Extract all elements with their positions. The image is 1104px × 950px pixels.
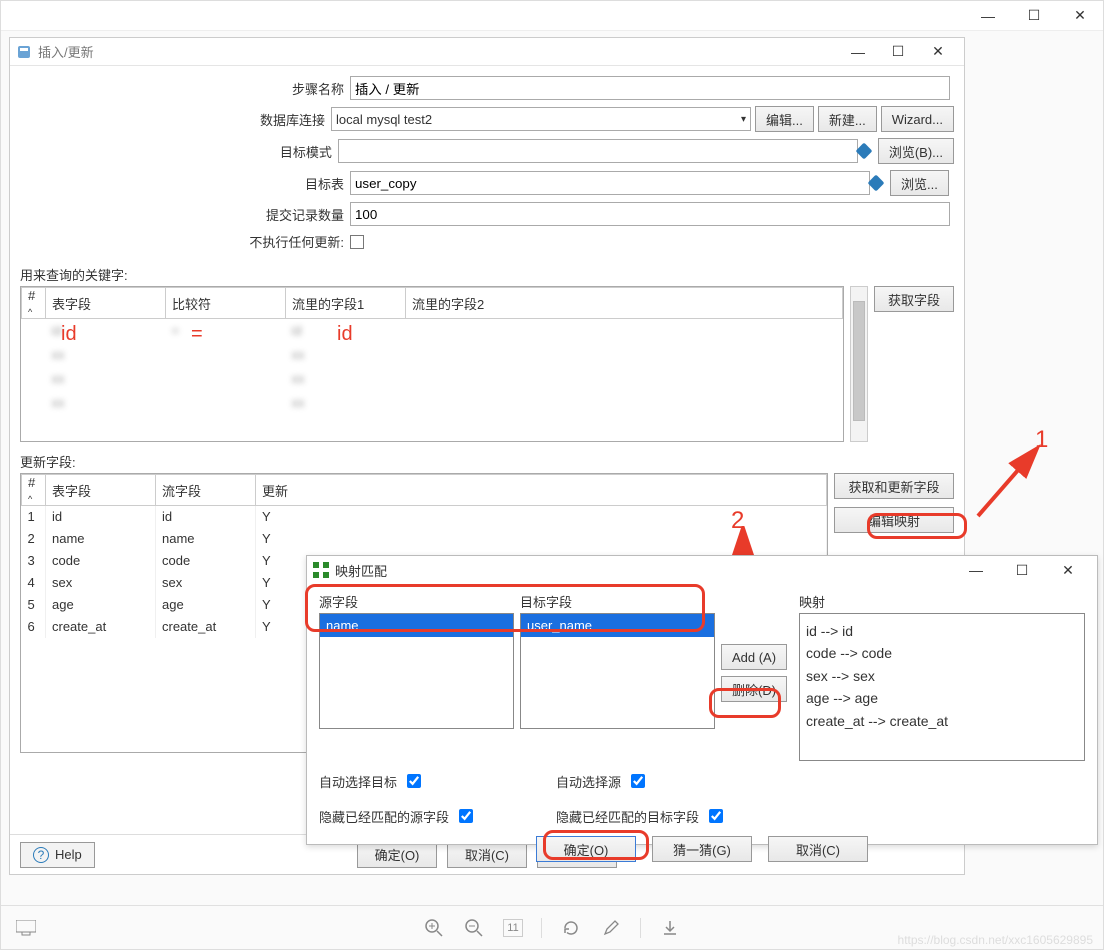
no-update-checkbox[interactable] xyxy=(350,235,364,249)
connection-value: local mysql test2 xyxy=(336,112,432,127)
edit-connection-button[interactable]: 编辑... xyxy=(755,106,814,132)
mapping-listbox[interactable]: id --> idcode --> codesex --> sexage -->… xyxy=(799,613,1085,761)
refresh-icon[interactable] xyxy=(560,917,582,939)
mapping-guess-button[interactable]: 猜一猜(G) xyxy=(652,836,752,862)
update-section-label: 更新字段: xyxy=(10,448,964,471)
browse-schema-button[interactable]: 浏览(B)... xyxy=(878,138,954,164)
commit-size-input[interactable] xyxy=(350,202,950,226)
auto-select-source-checkbox[interactable]: 自动选择源 xyxy=(556,771,726,791)
target-field-label: 目标字段 xyxy=(520,592,715,611)
target-item-username[interactable]: user_name xyxy=(521,614,714,637)
dialog2-maximize-button[interactable]: ☐ xyxy=(999,555,1045,585)
lookup-col-stream2: 流里的字段2 xyxy=(406,288,843,319)
mapping-item[interactable]: sex --> sex xyxy=(806,665,1078,687)
lookup-col-num: # xyxy=(28,288,35,303)
diamond-icon xyxy=(868,175,885,192)
hide-matched-target-checkbox[interactable]: 隐藏已经匹配的目标字段 xyxy=(556,806,726,826)
zoom-level[interactable]: 11 xyxy=(503,919,523,937)
source-field-label: 源字段 xyxy=(319,592,514,611)
delete-mapping-button[interactable]: 删除(D) xyxy=(721,676,787,702)
connection-label: 数据库连接 xyxy=(20,110,331,129)
lookup-col-tablefield: 表字段 xyxy=(46,288,166,319)
dialog2-close-button[interactable]: ✕ xyxy=(1045,555,1091,585)
annot-cmp: = xyxy=(191,323,203,346)
target-listbox[interactable]: user_name xyxy=(520,613,715,729)
target-schema-label: 目标模式 xyxy=(20,142,338,161)
dialog2-minimize-button[interactable]: — xyxy=(953,555,999,585)
panel-icon[interactable] xyxy=(15,917,37,939)
annot-stream-id: id xyxy=(337,323,353,346)
table-row[interactable]: 2namenameY xyxy=(22,528,827,550)
wizard-button[interactable]: Wizard... xyxy=(881,106,954,132)
dialog1-title: 插入/更新 xyxy=(38,42,94,61)
step-name-label: 步骤名称 xyxy=(20,79,350,98)
annot-field-id: id xyxy=(61,323,77,346)
get-update-fields-button[interactable]: 获取和更新字段 xyxy=(834,473,954,499)
step-name-input[interactable] xyxy=(350,76,950,100)
dialog1-close-button[interactable]: ✕ xyxy=(918,40,958,64)
edit-icon[interactable] xyxy=(600,917,622,939)
target-table-label: 目标表 xyxy=(20,174,350,193)
table-row[interactable]: 1ididY xyxy=(22,506,827,528)
source-item-name[interactable]: name xyxy=(320,614,513,637)
get-fields-button[interactable]: 获取字段 xyxy=(874,286,954,312)
mapping-item[interactable]: age --> age xyxy=(806,687,1078,709)
mapping-dialog: 映射匹配 — ☐ ✕ 源字段 name 目标字段 user_name xyxy=(306,555,1098,845)
dialog2-title: 映射匹配 xyxy=(335,561,387,580)
diamond-icon xyxy=(855,143,872,160)
download-icon[interactable] xyxy=(659,917,681,939)
chevron-down-icon: ▾ xyxy=(741,114,746,125)
lookup-col-stream1: 流里的字段1 xyxy=(286,288,406,319)
mapping-item[interactable]: code --> code xyxy=(806,642,1078,664)
help-icon: ? xyxy=(33,847,49,863)
lookup-table[interactable]: # ^ 表字段 比较符 流里的字段1 流里的字段2 id=id xxxx xxx… xyxy=(20,286,844,442)
mapping-icon xyxy=(313,562,329,578)
update-col-update: 更新 xyxy=(256,475,827,506)
mapping-ok-button[interactable]: 确定(O) xyxy=(536,836,636,862)
form-area: 步骤名称 数据库连接 local mysql test2 ▾ 编辑... 新建.… xyxy=(10,66,964,261)
dialog1-minimize-button[interactable]: — xyxy=(838,40,878,64)
add-mapping-button[interactable]: Add (A) xyxy=(721,644,787,670)
new-connection-button[interactable]: 新建... xyxy=(818,106,877,132)
target-schema-input[interactable] xyxy=(338,139,858,163)
connection-combo[interactable]: local mysql test2 ▾ xyxy=(331,107,751,131)
no-update-label: 不执行任何更新: xyxy=(20,232,350,251)
mapping-label: 映射 xyxy=(799,592,1085,611)
update-col-streamfield: 流字段 xyxy=(156,475,256,506)
root: — ☐ ✕ 插入/更新 — ☐ ✕ 步骤名称 数据库连接 local xyxy=(0,0,1104,950)
zoom-in-icon[interactable] xyxy=(423,917,445,939)
watermark: https://blog.csdn.net/xxc1605629895 xyxy=(898,933,1093,947)
auto-select-target-checkbox[interactable]: 自动选择目标 xyxy=(319,771,476,791)
edit-mapping-button[interactable]: 编辑映射 xyxy=(834,507,954,533)
annot-2: 2 xyxy=(731,507,744,535)
mapping-item[interactable]: id --> id xyxy=(806,620,1078,642)
dialog1-titlebar: 插入/更新 — ☐ ✕ xyxy=(10,38,964,66)
dialog1-maximize-button[interactable]: ☐ xyxy=(878,40,918,64)
mapping-item[interactable]: create_at --> create_at xyxy=(806,710,1078,732)
mapping-cancel-button[interactable]: 取消(C) xyxy=(768,836,868,862)
update-col-tablefield: 表字段 xyxy=(46,475,156,506)
help-label: Help xyxy=(55,847,82,862)
lookup-scrollbar[interactable] xyxy=(850,286,868,442)
update-col-num: # xyxy=(28,475,35,490)
zoom-out-icon[interactable] xyxy=(463,917,485,939)
help-button[interactable]: ? Help xyxy=(20,842,95,868)
outer-titlebar: — ☐ ✕ xyxy=(1,1,1103,31)
outer-close-button[interactable]: ✕ xyxy=(1057,1,1103,31)
browse-table-button[interactable]: 浏览... xyxy=(890,170,949,196)
lookup-col-comparator: 比较符 xyxy=(166,288,286,319)
target-table-input[interactable] xyxy=(350,171,870,195)
commit-size-label: 提交记录数量 xyxy=(20,205,350,224)
outer-maximize-button[interactable]: ☐ xyxy=(1011,1,1057,31)
dialog2-titlebar: 映射匹配 — ☐ ✕ xyxy=(307,556,1097,584)
source-listbox[interactable]: name xyxy=(319,613,514,729)
annot-1: 1 xyxy=(1035,426,1048,454)
lookup-section-label: 用来查询的关键字: xyxy=(10,261,964,284)
hide-matched-source-checkbox[interactable]: 隐藏已经匹配的源字段 xyxy=(319,806,476,826)
dialog1-icon xyxy=(16,44,32,60)
outer-minimize-button[interactable]: — xyxy=(965,1,1011,31)
